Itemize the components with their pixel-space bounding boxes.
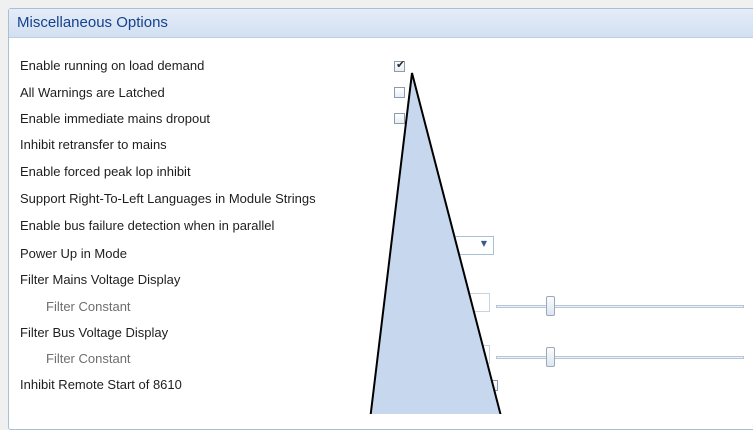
callout-pointer: [369, 72, 502, 414]
callout-shape: [369, 72, 502, 414]
